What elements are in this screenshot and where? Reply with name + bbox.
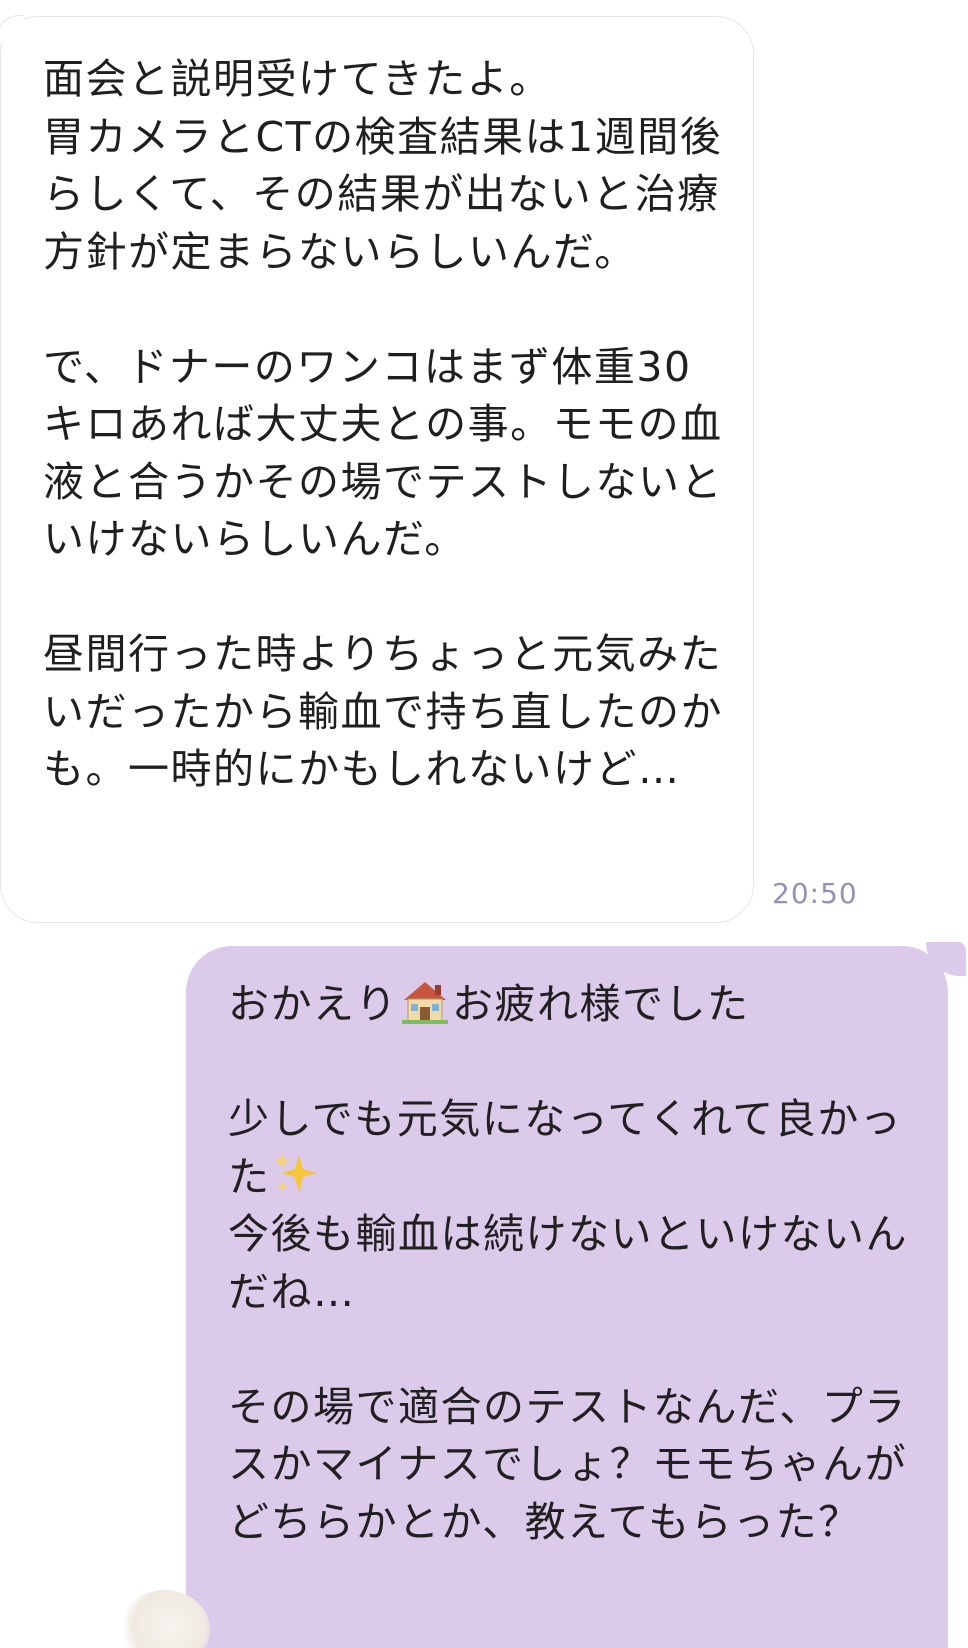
bubble-tail xyxy=(926,942,966,976)
incoming-message-text: 面会と説明受けてきたよ。 胃カメラとCTの検査結果は1週間後らしくて、その結果が… xyxy=(43,55,723,793)
outgoing-body-b: 今後も輸血は続けないといけないんだね… その場で適合のテストなんだ、プラスかマイ… xyxy=(228,1210,908,1546)
house-icon xyxy=(402,980,448,1024)
message-timestamp: 20:50 xyxy=(772,877,858,910)
outgoing-message-bubble[interactable]: おかえり お疲れ様でした 少しでも元気になってくれて良かった 今後も輸血は続けな… xyxy=(186,942,966,1648)
outgoing-body-a: 少しでも元気になってくれて良かった xyxy=(228,1095,903,1201)
outgoing-message-text: おかえり お疲れ様でした 少しでも元気になってくれて良かった 今後も輸血は続けな… xyxy=(228,976,926,1551)
sparkles-icon xyxy=(273,1151,319,1197)
outgoing-line1-start: おかえり xyxy=(228,980,398,1028)
bubble-tail xyxy=(0,15,24,42)
chat-view: 面会と説明受けてきたよ。 胃カメラとCTの検査結果は1週間後らしくて、その結果が… xyxy=(0,0,968,1648)
incoming-message-bubble[interactable]: 面会と説明受けてきたよ。 胃カメラとCTの検査結果は1週間後らしくて、その結果が… xyxy=(0,15,754,923)
outgoing-line1-end: お疲れ様でした xyxy=(452,980,750,1028)
